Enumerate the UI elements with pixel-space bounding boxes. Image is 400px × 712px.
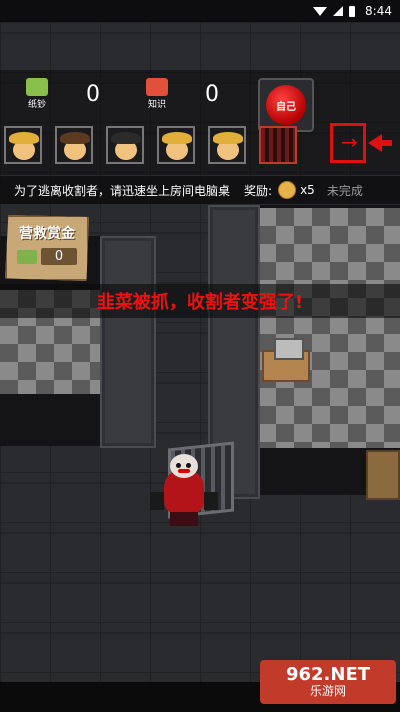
claw-left-icon <box>150 492 164 510</box>
dark-hat-icon <box>111 132 141 144</box>
coin-icon <box>278 181 297 199</box>
hair-icon <box>60 132 90 144</box>
watermark-sub: 乐游网 <box>309 683 346 698</box>
straw-hat-icon <box>162 132 192 144</box>
resource-banknote: 纸钞 <box>26 78 48 110</box>
alert-banner: 韭菜被抓，收割者变强了! <box>0 284 400 318</box>
resource-count: 0 <box>205 82 219 107</box>
player-avatars <box>4 126 297 164</box>
computer-icon <box>274 338 304 360</box>
player-avatar[interactable] <box>106 126 144 164</box>
resource-label: 知识 <box>147 100 166 110</box>
straw-hat-icon <box>213 132 243 144</box>
status-bar: 8:44 <box>0 0 400 22</box>
clown-face-icon <box>170 454 198 478</box>
money-icon <box>16 249 37 264</box>
signal-icon <box>333 6 344 16</box>
exit-door-icon: → <box>330 123 366 163</box>
running-man-icon: → <box>341 130 358 154</box>
battery-icon <box>349 5 356 17</box>
task-reward-label: 奖励: <box>244 183 273 198</box>
right-room-tiles <box>258 208 400 448</box>
alert-text: 韭菜被抓，收割者变强了! <box>96 292 304 313</box>
straw-hat-icon <box>9 132 39 144</box>
watermark-main: 962.NET <box>285 663 371 685</box>
task-reward-count: x5 <box>300 183 315 197</box>
mouth-icon <box>178 469 190 473</box>
computer-desk[interactable] <box>262 338 310 382</box>
wifi-icon <box>313 6 328 16</box>
resource-count: 0 <box>86 82 100 107</box>
eye-right-icon <box>186 463 191 468</box>
player-avatar[interactable] <box>208 126 246 164</box>
harvester-legs <box>170 512 198 526</box>
player-avatar[interactable] <box>157 126 195 164</box>
left-room-wall <box>100 236 156 448</box>
banknote-icon <box>26 78 48 96</box>
knowledge-icon <box>146 78 168 96</box>
player-avatar[interactable] <box>55 126 93 164</box>
rescue-bounty-card: 营救赏金 0 <box>5 215 89 281</box>
task-status: 未完成 <box>326 183 363 198</box>
door[interactable] <box>366 450 400 500</box>
claw-right-icon <box>204 492 218 510</box>
rescue-value: 0 <box>40 248 78 265</box>
player-avatar[interactable] <box>4 126 42 164</box>
harvester-character <box>150 452 220 527</box>
rescue-title: 营救赏金 <box>19 226 75 242</box>
arrow-tail <box>382 140 392 146</box>
resource-knowledge: 知识 <box>146 78 168 110</box>
status-time: 8:44 <box>365 4 392 18</box>
self-button[interactable]: 自己 <box>258 78 314 132</box>
eye-left-icon <box>176 463 181 468</box>
task-bar: 为了逃离收割者，请迅速坐上房间电脑桌 奖励: x5 未完成 <box>0 176 400 204</box>
site-watermark: 962.NET 乐游网 <box>260 660 396 704</box>
task-text: 为了逃离收割者，请迅速坐上房间电脑桌 <box>14 183 231 198</box>
resource-label: 纸钞 <box>27 100 46 110</box>
self-button-label: 自己 <box>276 101 296 113</box>
arrow-left-icon <box>368 134 382 152</box>
locked-avatar[interactable] <box>259 126 297 164</box>
exit-button[interactable]: → <box>330 122 392 164</box>
